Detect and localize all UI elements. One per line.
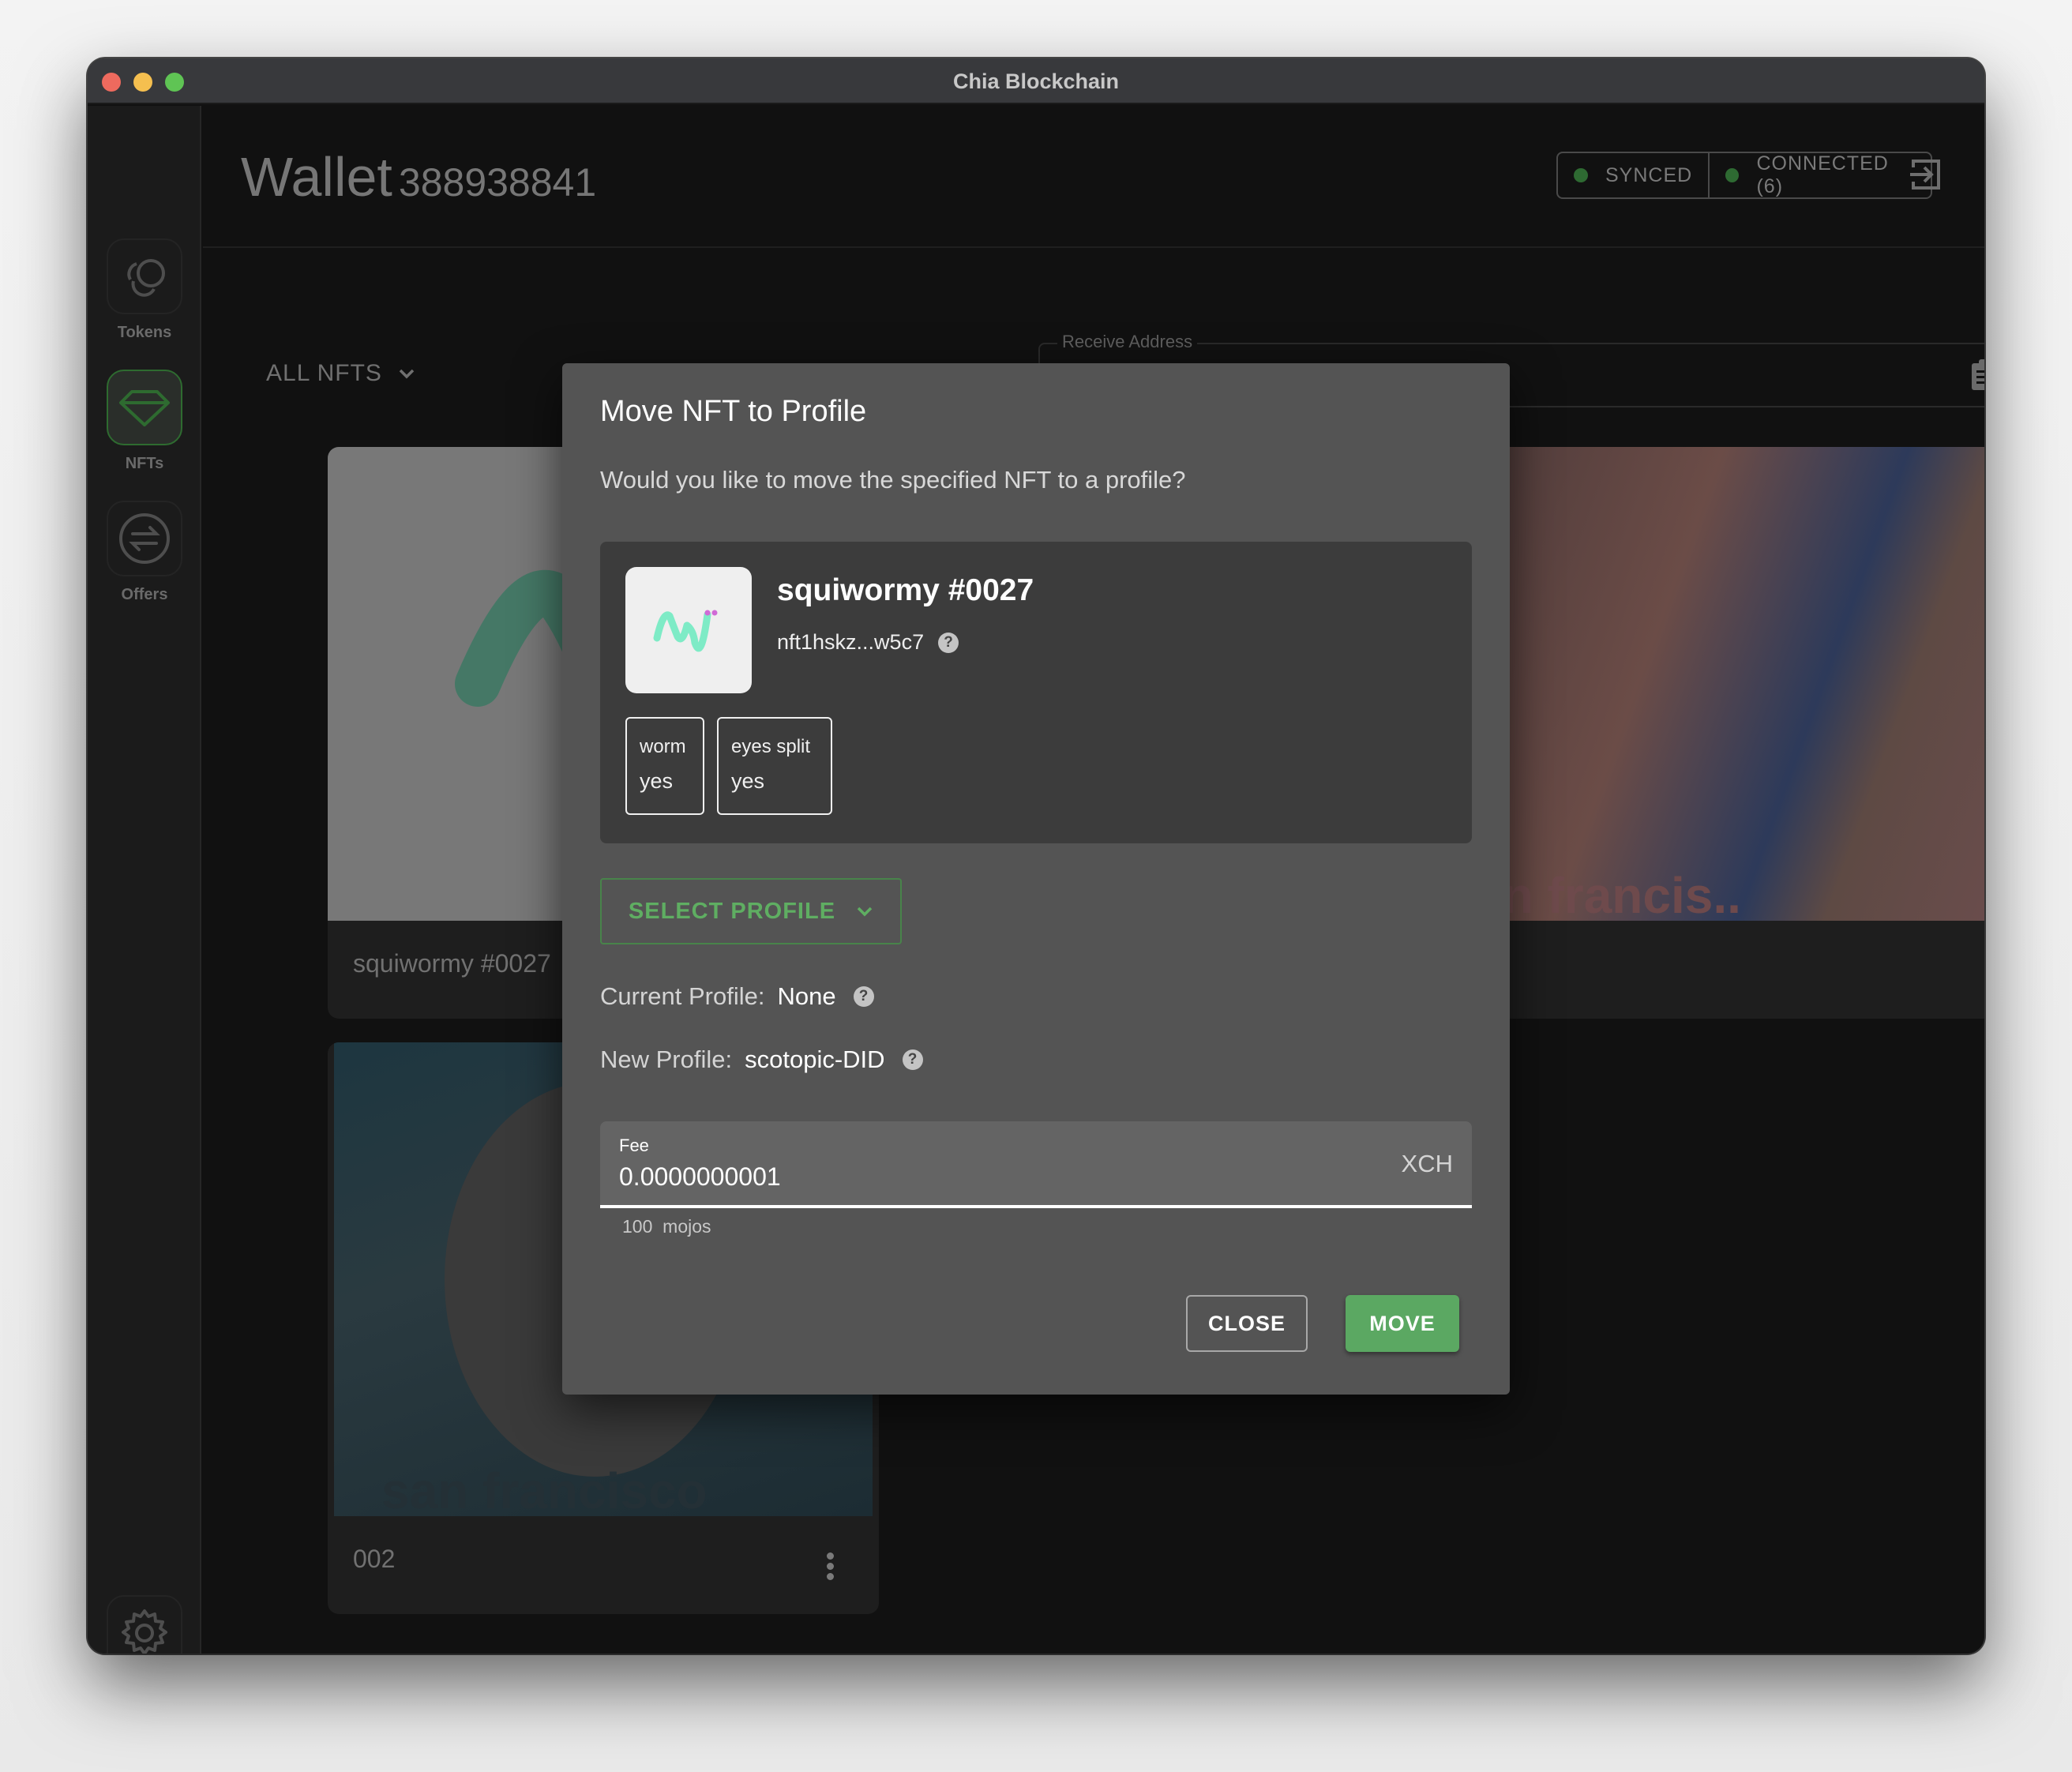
select-profile-label: SELECT PROFILE [628,898,836,924]
current-profile-row: Current Profile: None ? [600,982,874,1011]
fee-mojos-unit: mojos [663,1216,711,1237]
current-profile-label: Current Profile: [600,982,765,1010]
attribute-value: yes [731,769,765,793]
nft-card-title: squiwormy #0027 [353,949,551,978]
select-profile-button[interactable]: SELECT PROFILE [600,878,902,944]
status-dot-icon [1725,168,1740,182]
synced-label: SYNCED [1605,163,1693,186]
nft-id-row: nft1hskz...w5c7 ? [777,630,959,655]
chevron-down-icon [857,907,873,917]
status-dot-icon [1574,168,1588,182]
connected-label: CONNECTED (6) [1756,152,1889,197]
title-bar: Chia Blockchain [88,58,1984,104]
fee-mojos-amount: 100 [622,1216,653,1237]
nft-image: an francis.. [1466,447,1984,924]
svg-text:san francisco: san francisco [381,1462,708,1516]
current-profile-value: None [777,982,836,1010]
wallet-id: 388938841 [398,160,597,205]
connected-status[interactable]: CONNECTED (6) [1708,152,1931,197]
nft-attribute: eyes split yes [717,717,832,815]
logout-icon [1910,160,1940,190]
status-indicators: SYNCED CONNECTED (6) [1556,152,1932,199]
move-nft-dialog: Move NFT to Profile Would you like to mo… [562,363,1510,1395]
nft-filter-label: ALL NFTS [266,360,382,386]
nft-card-title: 002 [353,1545,396,1573]
nft-card[interactable]: an francis.. [1466,447,1984,1019]
page-title: Wallet 388938841 [241,145,596,208]
dialog-description: Would you like to move the specified NFT… [600,466,1186,494]
new-profile-row: New Profile: scotopic-DID ? [600,1046,923,1074]
attribute-value: yes [640,769,674,793]
sidebar-item-label: Tokens [117,324,172,341]
attribute-key: worm [640,736,686,757]
nft-id[interactable]: nft1hskz...w5c7 [777,630,924,655]
gear-icon [107,1595,182,1654]
window-title: Chia Blockchain [952,69,1120,93]
svg-text:an francis..: an francis.. [1474,867,1741,921]
sidebar-item-label: NFTs [125,455,164,472]
nft-preview-panel: squiwormy #0027 nft1hskz...w5c7 ? worm y… [600,542,1472,843]
sidebar-item-settings[interactable]: Settings [107,1595,182,1654]
more-options-icon[interactable] [827,1552,835,1583]
dialog-title: Move NFT to Profile [600,395,867,428]
tokens-icon [107,238,182,314]
synced-status[interactable]: SYNCED [1558,153,1708,197]
sidebar: Tokens NFTs Offers Settings [88,106,201,1654]
nft-filter-dropdown[interactable]: ALL NFTS [266,360,415,387]
help-icon[interactable]: ? [938,632,959,653]
fee-helper-text: 100 mojos [622,1216,711,1237]
move-button[interactable]: MOVE [1346,1295,1459,1352]
sidebar-item-tokens[interactable]: Tokens [107,238,182,342]
sidebar-item-nfts[interactable]: NFTs [107,370,182,473]
fee-value[interactable]: 0.0000000001 [619,1162,781,1192]
clipboard-icon[interactable] [1970,359,1984,392]
gem-icon [107,370,182,445]
nft-thumbnail [625,567,752,693]
fee-label: Fee [619,1136,649,1155]
new-profile-label: New Profile: [600,1046,733,1073]
header: Wallet 388938841 SYNCED CONNECTED (6) [203,106,1984,248]
receive-address-label: Receive Address [1057,332,1198,352]
help-icon[interactable]: ? [902,1049,923,1070]
attribute-key: eyes split [731,736,811,757]
help-icon[interactable]: ? [853,986,874,1007]
swap-icon [107,501,182,576]
fee-unit: XCH [1401,1150,1453,1177]
chevron-down-icon [399,369,415,379]
fee-input[interactable]: Fee 0.0000000001 XCH [600,1121,1472,1208]
nft-name: squiwormy #0027 [777,573,1034,607]
close-button[interactable]: CLOSE [1186,1295,1308,1352]
nft-attribute: worm yes [625,717,704,815]
sidebar-item-label: Offers [121,586,168,603]
wallet-title-label: Wallet [241,146,392,208]
new-profile-value: scotopic-DID [745,1046,885,1073]
logout-button[interactable] [1909,158,1945,194]
sidebar-item-offers[interactable]: Offers [107,501,182,604]
